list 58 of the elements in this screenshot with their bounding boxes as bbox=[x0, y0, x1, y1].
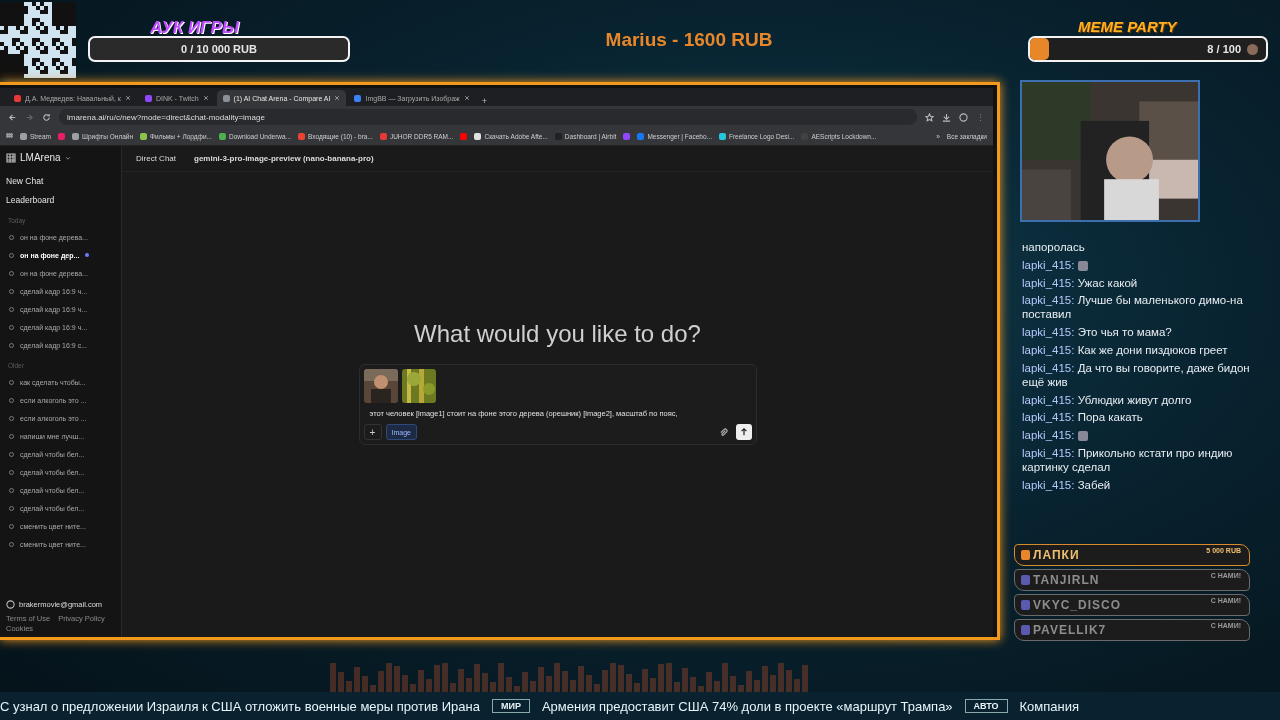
close-icon bbox=[334, 95, 341, 101]
profile-icon bbox=[959, 112, 968, 122]
news-category-tag: АВТО bbox=[964, 699, 1008, 713]
chat-message: lapki_415: Забей bbox=[1022, 477, 1112, 492]
brand-name[interactable]: LMArena bbox=[20, 152, 61, 163]
model-selector[interactable]: gemini-3-pro-image-preview (nano-banana-pro) bbox=[194, 154, 374, 163]
emote-icon bbox=[1078, 260, 1089, 271]
sidebar-nav-item[interactable]: New Chat bbox=[6, 171, 117, 190]
attach-icon bbox=[718, 427, 728, 437]
page-heading: What would you like to do? bbox=[414, 320, 701, 348]
grid-logo-icon bbox=[6, 152, 16, 163]
chat-message: lapki_415: Да что вы говорите, даже бидон ещё жив bbox=[1022, 360, 1251, 389]
emote-icon bbox=[1078, 431, 1089, 442]
chat-message: lapki_415: Это чья то мама? bbox=[1022, 325, 1173, 340]
chat-message: lapki_415: Ублюдки живут долго bbox=[1022, 392, 1193, 407]
chat-bubble-icon bbox=[1021, 625, 1030, 635]
close-icon bbox=[124, 95, 131, 101]
chat-message: lapki_415: Как же дони пиздюков греет bbox=[1022, 343, 1229, 357]
bookmark[interactable] bbox=[57, 133, 65, 140]
auction-progress: 0 / 10 000 RUB bbox=[181, 43, 257, 55]
meme-party-count: 8 / 100 bbox=[1207, 43, 1241, 55]
send-button[interactable] bbox=[735, 424, 752, 440]
chat-message: lapki_415: Ужас какой bbox=[1022, 275, 1139, 290]
news-headline: Компания bbox=[1019, 698, 1080, 714]
news-headline: Армения предоставит США 74% доли в проекте «маршрут Трампа» bbox=[541, 698, 953, 714]
meme-party-title: MEME PARTY bbox=[1078, 18, 1177, 35]
bookmark[interactable] bbox=[623, 133, 631, 140]
news-headline: С узнал о предложении Израиля к США отложить военные меры против Ирана bbox=[0, 698, 480, 714]
mode-selector[interactable]: Direct Chat bbox=[136, 154, 176, 163]
chat-bubble-icon bbox=[1021, 600, 1030, 610]
chat-message: lapki_415: Прикольно кстати про индию картинку сделал bbox=[1022, 445, 1234, 474]
caret-icon bbox=[64, 154, 71, 161]
user-icon bbox=[6, 599, 15, 609]
chat-message: lapki_415: bbox=[1022, 257, 1268, 272]
close-icon bbox=[202, 95, 209, 101]
back-icon bbox=[8, 112, 17, 122]
donation-icon bbox=[1021, 550, 1030, 560]
sidebar-nav-item[interactable]: Leaderboard bbox=[6, 190, 117, 209]
donation-headline: Marius - 1600 RUB bbox=[604, 29, 774, 51]
chat-message: lapki_415: Лучше бы маленького димо-на поставил bbox=[1022, 293, 1244, 322]
forward-icon bbox=[25, 112, 34, 122]
auction-title: АУК ИГРЫ bbox=[150, 18, 239, 38]
chat-message: lapki_415: bbox=[1022, 428, 1268, 443]
chat-message: lapki_415: Пора какать bbox=[1022, 410, 1144, 425]
reload-icon bbox=[42, 112, 51, 122]
bookmark[interactable] bbox=[460, 133, 468, 140]
add-button[interactable]: + bbox=[363, 424, 382, 440]
star-icon bbox=[925, 112, 934, 122]
apps-icon bbox=[6, 133, 13, 140]
new-tab-button[interactable]: + bbox=[477, 96, 492, 106]
chat-message: напоролась bbox=[1022, 240, 1086, 254]
close-icon bbox=[463, 95, 470, 101]
news-category-tag: МИР bbox=[491, 699, 530, 713]
download-icon bbox=[942, 112, 951, 122]
coin-icon bbox=[1247, 43, 1258, 55]
chat-bubble-icon bbox=[1021, 575, 1030, 585]
arrow-up-icon bbox=[739, 428, 748, 436]
address-field[interactable]: lmarena.ai/ru/c/new?mode=direct&chat-modality=image bbox=[59, 109, 917, 125]
